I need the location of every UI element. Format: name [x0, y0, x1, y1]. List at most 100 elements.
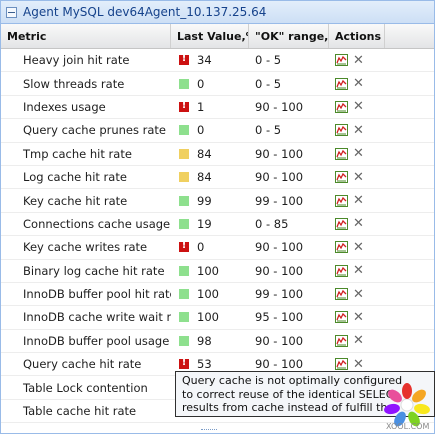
ok-range: 90 - 100 [255, 263, 304, 278]
metric-name: InnoDB buffer pool hit rate [23, 287, 171, 302]
delete-icon[interactable]: ✕ [353, 147, 364, 160]
table-row[interactable]: InnoDB buffer pool usage 98 90 - 100 ✕ [1, 330, 434, 354]
delete-icon[interactable]: ✕ [353, 124, 364, 137]
delete-icon[interactable]: ✕ [353, 264, 364, 277]
table-row[interactable]: Key cache hit rate 99 99 - 100 ✕ [1, 189, 434, 213]
chart-icon[interactable] [335, 264, 348, 277]
column-header-last-value[interactable]: Last Value,% [171, 24, 249, 48]
ok-range: 95 - 100 [255, 310, 304, 325]
last-value-cell: 0 [171, 72, 249, 94]
actions-cell: ✕ [329, 96, 385, 118]
chart-icon[interactable] [335, 241, 348, 254]
status-ok-icon [179, 312, 189, 323]
table-row[interactable]: Log cache hit rate 84 90 - 100 ✕ [1, 166, 434, 190]
column-header-ok-range[interactable]: "OK" range,% [249, 24, 329, 48]
last-value-cell: 98 [171, 330, 249, 352]
last-value: 0 [197, 123, 205, 138]
status-critical-icon [179, 357, 189, 370]
last-value: 100 [197, 310, 219, 325]
table-row[interactable]: InnoDB buffer pool hit rate 100 99 - 100 ✕ [1, 283, 434, 307]
grid-header: Metric Last Value,% "OK" range,% Actions [1, 24, 434, 49]
metric-name: Heavy join hit rate [23, 53, 130, 68]
delete-icon[interactable]: ✕ [353, 358, 364, 371]
table-row[interactable]: Indexes usage 1 90 - 100 ✕ [1, 96, 434, 120]
actions-cell: ✕ [329, 166, 385, 188]
table-row[interactable]: InnoDB cache write wait rate 100 95 - 100 ✕ [1, 306, 434, 330]
last-value-cell: 84 [171, 143, 249, 165]
last-value: 0 [197, 240, 205, 255]
chart-icon[interactable] [335, 194, 348, 207]
status-ok-icon [179, 218, 189, 229]
chart-icon[interactable] [335, 288, 348, 301]
actions-cell: ✕ [329, 306, 385, 328]
table-row[interactable]: Slow threads rate 0 0 - 5 ✕ [1, 72, 434, 96]
delete-icon[interactable]: ✕ [353, 241, 364, 254]
delete-icon[interactable]: ✕ [353, 334, 364, 347]
delete-icon[interactable]: ✕ [353, 311, 364, 324]
delete-icon[interactable]: ✕ [353, 77, 364, 90]
column-header-metric[interactable]: Metric [1, 24, 171, 48]
chart-icon[interactable] [335, 217, 348, 230]
chart-icon[interactable] [335, 358, 348, 371]
last-value: 98 [197, 333, 212, 348]
table-row[interactable]: Key cache writes rate 0 90 - 100 ✕ [1, 236, 434, 260]
metric-name: Query cache hit rate [23, 357, 142, 372]
metric-name: InnoDB cache write wait rate [23, 310, 171, 325]
chart-icon[interactable] [335, 54, 348, 67]
status-critical-icon [179, 100, 189, 112]
chart-icon[interactable] [335, 171, 348, 184]
last-value: 0 [197, 76, 205, 91]
ok-range: 90 - 100 [255, 99, 304, 114]
status-ok-icon [179, 265, 189, 276]
panel-header: Agent MySQL dev64Agent_10.137.25.64 [1, 1, 434, 24]
last-value: 34 [197, 53, 212, 68]
metric-name: Tmp cache hit rate [23, 146, 132, 161]
chart-icon[interactable] [335, 311, 348, 324]
last-value-cell: 0 [171, 236, 249, 258]
status-critical-icon [179, 53, 189, 66]
delete-icon[interactable]: ✕ [353, 288, 364, 301]
ok-range: 0 - 5 [255, 76, 282, 91]
status-warning-icon [179, 148, 189, 159]
ok-range: 90 - 100 [255, 146, 304, 161]
chart-icon[interactable] [335, 147, 348, 160]
table-row[interactable]: Connections cache usage 19 0 - 85 ✕ [1, 213, 434, 237]
collapse-icon[interactable] [6, 6, 17, 18]
metric-name: Slow threads rate [23, 76, 125, 91]
ok-range: 0 - 85 [255, 216, 289, 231]
metric-name: Key cache writes rate [23, 240, 148, 255]
delete-icon[interactable]: ✕ [353, 100, 364, 113]
delete-icon[interactable]: ✕ [353, 194, 364, 207]
table-row[interactable]: Tmp cache hit rate 84 90 - 100 ✕ [1, 143, 434, 166]
metric-name: Query cache prunes rate [23, 123, 167, 138]
delete-icon[interactable]: ✕ [353, 54, 364, 67]
chart-icon[interactable] [335, 77, 348, 90]
column-header-actions[interactable]: Actions [329, 24, 385, 48]
actions-cell: ✕ [329, 72, 385, 94]
delete-icon[interactable]: ✕ [353, 171, 364, 184]
last-value-cell: 100 [171, 260, 249, 282]
last-value: 100 [197, 263, 219, 278]
delete-icon[interactable]: ✕ [353, 217, 364, 230]
ok-range: 90 - 100 [255, 240, 304, 255]
last-value: 53 [197, 357, 212, 372]
status-ok-icon [179, 289, 189, 300]
table-row[interactable]: Query cache prunes rate 0 0 - 5 ✕ [1, 119, 434, 143]
chart-icon[interactable] [335, 334, 348, 347]
actions-cell: ✕ [329, 236, 385, 258]
metric-name: Binary log cache hit rate [23, 263, 165, 278]
resize-handle[interactable] [201, 429, 217, 433]
metric-name: Connections cache usage [23, 216, 171, 231]
metric-name: Table cache hit rate [23, 404, 137, 419]
last-value: 99 [197, 193, 212, 208]
chart-icon[interactable] [335, 124, 348, 137]
chart-icon[interactable] [335, 100, 348, 113]
actions-cell: ✕ [329, 283, 385, 305]
actions-cell: ✕ [329, 330, 385, 352]
actions-cell: ✕ [329, 49, 385, 71]
table-row[interactable]: Heavy join hit rate 34 0 - 5 ✕ [1, 49, 434, 73]
status-critical-icon [179, 240, 189, 253]
table-row[interactable]: Binary log cache hit rate 100 90 - 100 ✕ [1, 260, 434, 283]
metric-name: Table Lock contention [23, 380, 148, 395]
last-value: 100 [197, 287, 219, 302]
